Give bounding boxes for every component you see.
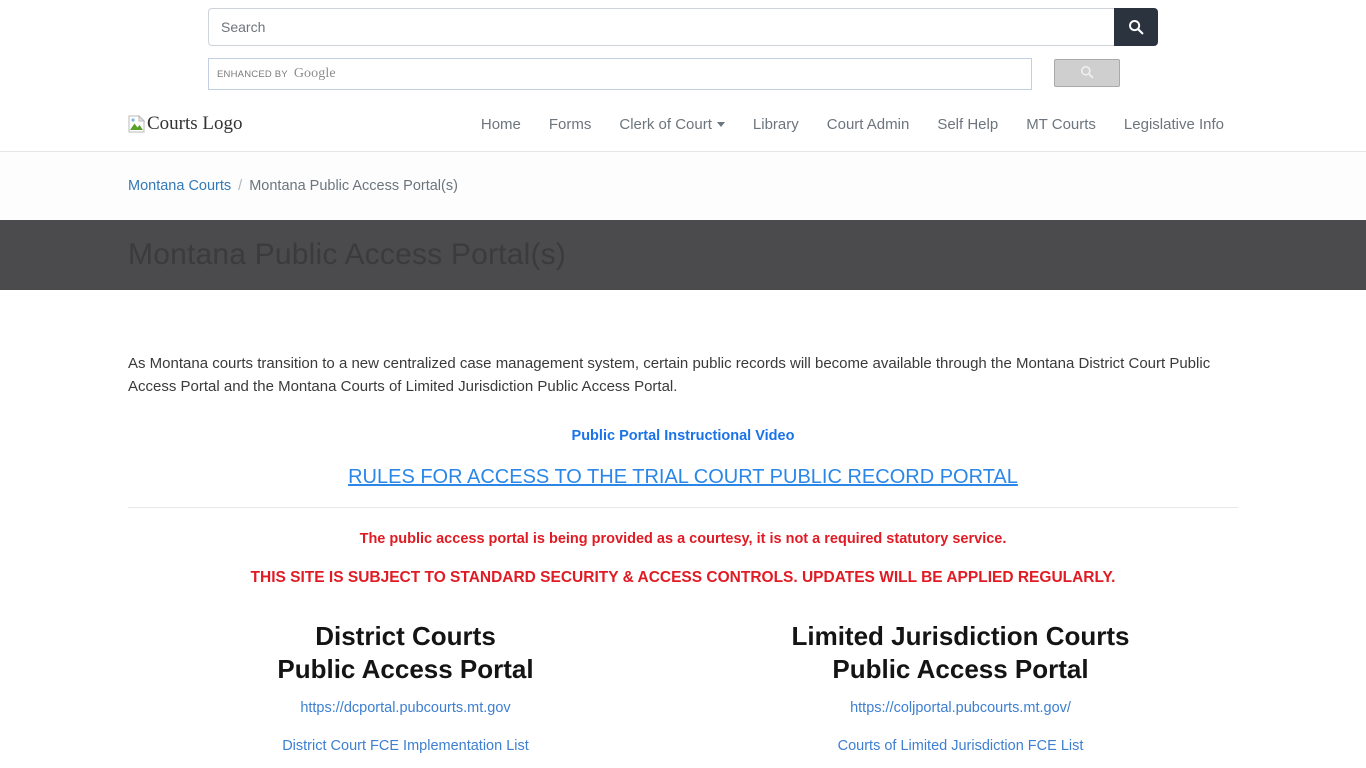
breadcrumb-separator: / (238, 178, 243, 194)
portal-url-link[interactable]: https://dcportal.pubcourts.mt.gov (128, 700, 683, 716)
page-title: Montana Public Access Portal(s) (128, 238, 567, 271)
portal-district-courts: District Courts Public Access Portal htt… (128, 620, 683, 755)
nav-item-self-help[interactable]: Self Help (923, 108, 1012, 141)
portal-fce-list-link[interactable]: District Court FCE Implementation List (128, 738, 683, 754)
courtesy-notice: The public access portal is being provid… (359, 530, 1007, 547)
nav-item-label: Legislative Info (1123, 115, 1224, 133)
nav-item-court-admin[interactable]: Court Admin (813, 108, 924, 141)
nav-item-label: Home (480, 115, 521, 133)
google-cse-search-button[interactable] (1054, 59, 1120, 87)
portal-heading-line2: Public Access Portal (832, 654, 1089, 685)
main-content: As Montana courts transition to a new ce… (128, 290, 1238, 754)
search-icon (1128, 19, 1144, 35)
search-submit-button[interactable] (1114, 8, 1158, 46)
site-search-form (208, 8, 1158, 46)
nav-item-label: MT Courts (1026, 115, 1096, 133)
google-cse-form: ENHANCED BY Google (208, 58, 1158, 90)
breadcrumb-current: Montana Public Access Portal(s) (249, 178, 458, 194)
rules-link-row: RULES FOR ACCESS TO THE TRIAL COURT PUBL… (128, 466, 1238, 489)
portal-heading-line1: Limited Jurisdiction Courts (791, 620, 1130, 651)
nav-item-label: Library (752, 115, 799, 133)
breadcrumb-link-home[interactable]: Montana Courts (128, 178, 231, 194)
security-notice: THIS SITE IS SUBJECT TO STANDARD SECURIT… (250, 568, 1116, 586)
nav-item-clerk-of-court[interactable]: Clerk of Court (605, 108, 739, 141)
google-branding-watermark: ENHANCED BY Google (217, 66, 336, 82)
intro-paragraph: As Montana courts transition to a new ce… (128, 355, 1211, 396)
nav-item-label: Court Admin (826, 115, 910, 133)
nav-item-label: Self Help (937, 115, 999, 133)
rules-for-access-link[interactable]: RULES FOR ACCESS TO THE TRIAL COURT PUBL… (348, 466, 1018, 488)
site-logo-alt-text: Courts Logo (147, 113, 243, 134)
portal-columns: District Courts Public Access Portal htt… (128, 620, 1238, 755)
page-title-banner: Montana Public Access Portal(s) (0, 220, 1366, 290)
enhanced-by-label: ENHANCED BY (217, 69, 288, 80)
nav-item-home[interactable]: Home (467, 108, 535, 141)
portal-heading: District Courts Public Access Portal (128, 620, 683, 688)
portal-heading-line1: District Courts (315, 620, 496, 651)
search-input[interactable] (208, 8, 1114, 46)
nav-item-forms[interactable]: Forms (535, 108, 606, 141)
broken-image-icon (128, 114, 146, 133)
nav-item-mt-courts[interactable]: MT Courts (1012, 108, 1110, 141)
nav-item-label: Clerk of Court (619, 115, 712, 133)
site-logo-link[interactable]: Courts Logo (128, 113, 243, 135)
nav-item-legislative-info[interactable]: Legislative Info (1110, 108, 1238, 141)
nav-item-library[interactable]: Library (739, 108, 813, 141)
breadcrumb: Montana Courts / Montana Public Access P… (128, 178, 1238, 194)
portal-heading: Limited Jurisdiction Courts Public Acces… (683, 620, 1238, 688)
search-icon (1080, 65, 1094, 82)
portal-heading-line2: Public Access Portal (277, 654, 534, 685)
main-navbar: Courts Logo Home Forms Clerk of Court Li… (0, 96, 1366, 152)
instructional-video-link[interactable]: Public Portal Instructional Video (572, 428, 795, 444)
nav-item-label: Forms (548, 115, 592, 133)
chevron-down-icon (716, 122, 725, 128)
google-wordmark: Google (293, 66, 336, 81)
portal-url-link[interactable]: https://coljportal.pubcourts.mt.gov/ (683, 700, 1238, 716)
breadcrumb-strip: Montana Courts / Montana Public Access P… (0, 152, 1366, 220)
portal-fce-list-link[interactable]: Courts of Limited Jurisdiction FCE List (683, 738, 1238, 754)
google-cse-input[interactable]: ENHANCED BY Google (208, 58, 1032, 90)
video-link-row: Public Portal Instructional Video (128, 427, 1238, 445)
portal-limited-jurisdiction-courts: Limited Jurisdiction Courts Public Acces… (683, 620, 1238, 755)
primary-nav: Home Forms Clerk of Court Library Court … (467, 108, 1238, 141)
top-search-area: ENHANCED BY Google (0, 0, 1366, 90)
